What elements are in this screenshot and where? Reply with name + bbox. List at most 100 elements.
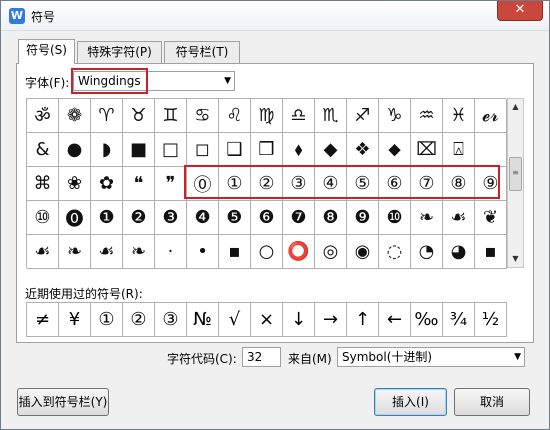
- symbol-cell[interactable]: ❹: [187, 201, 219, 235]
- symbol-cell[interactable]: [475, 133, 507, 167]
- symbol-cell[interactable]: ♉: [123, 99, 155, 133]
- symbol-cell[interactable]: ❦: [475, 201, 507, 235]
- symbol-cell[interactable]: ●: [59, 133, 91, 167]
- symbol-cell[interactable]: ❾: [347, 201, 379, 235]
- insert-to-symbol-bar-button[interactable]: 插入到符号栏(Y): [17, 388, 109, 416]
- symbol-cell[interactable]: ⬧: [283, 133, 315, 167]
- symbol-cell[interactable]: ❧: [411, 201, 443, 235]
- symbol-cell[interactable]: ❧: [123, 235, 155, 269]
- symbol-cell[interactable]: ♎: [283, 99, 315, 133]
- symbol-cell[interactable]: ❝: [123, 167, 155, 201]
- symbol-cell[interactable]: ⑥: [379, 167, 411, 201]
- symbol-cell[interactable]: ③: [283, 167, 315, 201]
- symbol-cell[interactable]: ⬥: [379, 133, 411, 167]
- symbol-cell[interactable]: ♑: [379, 99, 411, 133]
- symbol-cell[interactable]: ⭕: [283, 235, 315, 269]
- symbol-cell[interactable]: ❧: [59, 235, 91, 269]
- symbol-cell[interactable]: ②: [251, 167, 283, 201]
- recent-symbol-cell[interactable]: →: [315, 303, 347, 337]
- symbol-cell[interactable]: ♌: [219, 99, 251, 133]
- symbol-cell[interactable]: ❻: [251, 201, 283, 235]
- symbol-cell[interactable]: ⓪: [187, 167, 219, 201]
- symbol-cell[interactable]: ■: [123, 133, 155, 167]
- symbol-cell[interactable]: ❀: [59, 167, 91, 201]
- symbol-cell[interactable]: ⌘: [27, 167, 59, 201]
- symbol-cell[interactable]: ❼: [283, 201, 315, 235]
- symbol-cell[interactable]: ▪: [475, 235, 507, 269]
- symbol-cell[interactable]: ◔: [411, 235, 443, 269]
- symbol-cell[interactable]: ❞: [155, 167, 187, 201]
- symbol-cell[interactable]: □: [155, 133, 187, 167]
- symbol-cell[interactable]: ◎: [315, 235, 347, 269]
- symbol-cell[interactable]: ♈: [91, 99, 123, 133]
- symbol-cell[interactable]: ▪: [219, 235, 251, 269]
- tab-symbol-bar[interactable]: 符号栏(T): [164, 41, 240, 63]
- symbol-cell[interactable]: ◻: [187, 133, 219, 167]
- symbol-cell[interactable]: ◌: [379, 235, 411, 269]
- recent-symbol-cell[interactable]: ½: [475, 303, 507, 337]
- recent-symbol-cell[interactable]: ②: [123, 303, 155, 337]
- tab-symbols[interactable]: 符号(S): [18, 39, 75, 64]
- scroll-down-icon[interactable]: ▼: [508, 251, 523, 267]
- symbol-cell[interactable]: ⑤: [347, 167, 379, 201]
- symbol-cell[interactable]: ❺: [219, 201, 251, 235]
- symbol-cell[interactable]: ◆: [315, 133, 347, 167]
- recent-symbol-cell[interactable]: √: [219, 303, 251, 337]
- symbol-cell[interactable]: ☙: [27, 235, 59, 269]
- symbol-cell[interactable]: ⌧: [411, 133, 443, 167]
- symbol-cell[interactable]: ♍: [251, 99, 283, 133]
- recent-symbol-cell[interactable]: ¥: [59, 303, 91, 337]
- close-button[interactable]: ✕: [497, 1, 543, 21]
- cancel-button[interactable]: 取消: [454, 388, 530, 416]
- symbol-cell[interactable]: ♏: [315, 99, 347, 133]
- symbol-cell[interactable]: ♊: [155, 99, 187, 133]
- symbol-cell[interactable]: ·: [155, 235, 187, 269]
- symbol-grid-scrollbar[interactable]: ▲ ≡ ▼: [507, 98, 524, 268]
- scroll-up-icon[interactable]: ▲: [508, 99, 523, 115]
- symbol-cell[interactable]: &: [27, 133, 59, 167]
- symbol-cell[interactable]: ⑨: [475, 167, 507, 201]
- symbol-cell[interactable]: ⓿: [59, 201, 91, 235]
- symbol-cell[interactable]: ④: [315, 167, 347, 201]
- symbol-cell[interactable]: ◗: [91, 133, 123, 167]
- symbol-cell[interactable]: 𝓮𝓻: [475, 99, 507, 133]
- tab-special-characters[interactable]: 特殊字符(P): [77, 41, 162, 63]
- symbol-cell[interactable]: ॐ: [27, 99, 59, 133]
- symbol-cell[interactable]: ♋: [187, 99, 219, 133]
- symbol-cell[interactable]: ⍓: [443, 133, 475, 167]
- symbol-cell[interactable]: ❁: [59, 99, 91, 133]
- symbol-cell[interactable]: ♒: [411, 99, 443, 133]
- recent-symbol-cell[interactable]: ↑: [347, 303, 379, 337]
- symbol-cell[interactable]: ❶: [91, 201, 123, 235]
- recent-symbol-cell[interactable]: ≠: [27, 303, 59, 337]
- symbol-cell[interactable]: ❖: [347, 133, 379, 167]
- symbol-cell[interactable]: ⑧: [443, 167, 475, 201]
- symbol-cell[interactable]: ⑦: [411, 167, 443, 201]
- symbol-cell[interactable]: ♓: [443, 99, 475, 133]
- recent-symbol-cell[interactable]: ③: [155, 303, 187, 337]
- symbol-cell[interactable]: •: [187, 235, 219, 269]
- from-dropdown[interactable]: Symbol(十进制) ▼: [337, 347, 525, 367]
- symbol-cell[interactable]: ☙: [443, 201, 475, 235]
- symbol-cell[interactable]: ❽: [315, 201, 347, 235]
- symbol-cell[interactable]: ❷: [123, 201, 155, 235]
- symbol-cell[interactable]: ❒: [251, 133, 283, 167]
- symbol-cell[interactable]: ❿: [379, 201, 411, 235]
- symbol-cell[interactable]: ⑩: [27, 201, 59, 235]
- recent-symbol-cell[interactable]: ←: [379, 303, 411, 337]
- symbol-cell[interactable]: ○: [251, 235, 283, 269]
- recent-symbol-cell[interactable]: ¾: [443, 303, 475, 337]
- recent-symbol-cell[interactable]: ①: [91, 303, 123, 337]
- symbol-cell[interactable]: ❑: [219, 133, 251, 167]
- symbol-cell[interactable]: ✿: [91, 167, 123, 201]
- symbol-cell[interactable]: ◉: [347, 235, 379, 269]
- recent-symbol-cell[interactable]: №: [187, 303, 219, 337]
- symbol-cell[interactable]: ♐: [347, 99, 379, 133]
- scroll-thumb[interactable]: ≡: [509, 157, 522, 191]
- symbol-cell[interactable]: ◕: [443, 235, 475, 269]
- symbol-cell[interactable]: ☙: [91, 235, 123, 269]
- recent-symbol-cell[interactable]: ×: [251, 303, 283, 337]
- insert-button[interactable]: 插入(I): [374, 388, 447, 416]
- symbol-cell[interactable]: ❸: [155, 201, 187, 235]
- char-code-input[interactable]: 32: [242, 347, 281, 367]
